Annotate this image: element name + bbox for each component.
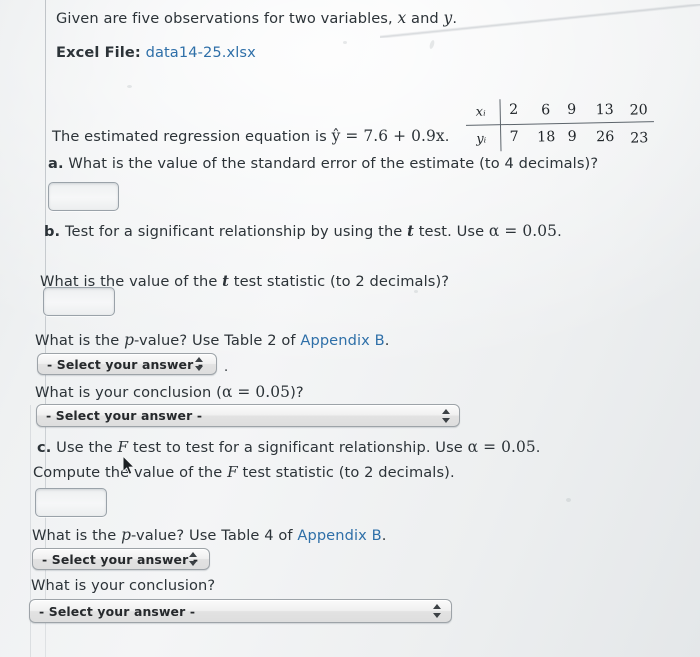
part-b-t-statistic-input[interactable] (43, 287, 115, 316)
part-b-conclusion-select[interactable]: - Select your answer - (36, 404, 460, 427)
regression-sentence-prefix: The estimated regression equation is (52, 128, 332, 145)
table-cell-y-5: 23 (630, 130, 649, 147)
updown-arrows-icon (188, 552, 197, 566)
part-a-answer-input[interactable] (48, 182, 119, 211)
table-cell-y-4: 26 (596, 128, 615, 146)
updown-arrows-icon (432, 604, 441, 618)
excel-file-line: Excel File: data14-25.xlsx (56, 44, 256, 62)
regression-sentence-suffix: . (444, 128, 450, 145)
part-c-text-3: . (535, 439, 541, 456)
table-cell-x-5: 20 (629, 102, 648, 119)
part-b-pvalue-select[interactable]: - Select your answer - (37, 353, 217, 375)
variable-x: x (397, 9, 407, 27)
part-b-cq-2: )? (290, 384, 304, 401)
part-a-marker: a. (48, 155, 64, 172)
appendix-b-link-b[interactable]: Appendix B (300, 332, 384, 349)
updown-arrows-icon (441, 408, 450, 423)
part-b-marker: b. (44, 223, 61, 240)
part-b-text-1: Test for a significant relationship by u… (64, 223, 408, 240)
part-b-pq-3: . (384, 332, 390, 349)
part-b-text-3: . (557, 223, 562, 240)
part-c-pq-3: . (381, 527, 387, 544)
part-b-cq-alpha: α = 0.05 (221, 383, 291, 401)
part-b-pvalue-trailing-period: . (224, 360, 229, 375)
part-c-question: c. Use the F test to test for a signific… (37, 438, 541, 457)
table-cell-x-4: 13 (595, 101, 614, 119)
part-b-tq-symbol: t (222, 273, 230, 290)
part-b-pq-2: -value? Use Table 2 of (134, 332, 301, 349)
part-b-text-2: test. Use (413, 223, 489, 240)
part-c-conclusion-question: What is your conclusion? (31, 577, 216, 594)
problem-intro-prefix: Given are five observations for two vari… (56, 10, 398, 27)
part-b-t-symbol: t (407, 223, 414, 240)
excel-file-label: Excel File: (56, 44, 141, 61)
updown-arrows-icon (194, 357, 203, 371)
part-a-text: What is the value of the standard error … (68, 155, 599, 172)
part-c-marker: c. (37, 439, 52, 456)
part-c-conclusion-select[interactable]: - Select your answer - (29, 599, 452, 623)
problem-intro-mid: and (406, 10, 444, 27)
appendix-b-link-c[interactable]: Appendix B (297, 527, 381, 544)
table-horizontal-rule (465, 121, 654, 126)
observations-table: xᵢ yᵢ 2 6 9 13 20 7 18 9 26 23 (465, 94, 656, 156)
part-b-tq-2: test statistic (to 2 decimals)? (229, 273, 450, 290)
part-c-F-symbol: F (117, 438, 129, 456)
variable-y: y (443, 9, 453, 27)
part-b-conclusion-question: What is your conclusion (α = 0.05)? (35, 383, 304, 402)
table-cell-y-3: 9 (567, 128, 577, 145)
part-c-pvalue-question: What is the p-value? Use Table 4 of Appe… (32, 526, 386, 545)
part-c-pq-p-symbol: p (121, 526, 132, 544)
table-cell-y-1: 7 (509, 128, 519, 146)
part-b-pq-1: What is the (35, 332, 125, 349)
part-c-compute-F-symbol: F (227, 463, 238, 481)
part-c-pq-2: -value? Use Table 4 of (131, 527, 298, 544)
regression-equation-line: The estimated regression equation is ŷ =… (52, 127, 449, 146)
part-c-text-2: test to test for a significant relations… (128, 439, 468, 456)
part-b-pvalue-question: What is the p-value? Use Table 2 of Appe… (35, 331, 389, 350)
table-cell-x-3: 9 (567, 101, 577, 118)
table-cell-x-2: 6 (541, 102, 551, 119)
part-c-conclusion-select-label: - Select your answer - (39, 603, 196, 619)
table-cell-x-1: 2 (509, 101, 519, 119)
table-row-label-y: yᵢ (476, 131, 487, 147)
part-b-pvalue-select-label: - Select your answer - (47, 356, 204, 372)
part-c-compute-question: Compute the value of the F test statisti… (33, 463, 455, 482)
part-b-alpha: α = 0.05 (488, 222, 558, 240)
part-b-cq-1: What is your conclusion ( (35, 384, 222, 401)
part-b-pq-p-symbol: p (124, 331, 135, 349)
table-cell-y-2: 18 (537, 129, 556, 146)
part-c-pq-1: What is the (32, 527, 122, 544)
part-a-question: a. What is the value of the standard err… (48, 155, 598, 173)
problem-intro: Given are five observations for two vari… (56, 9, 457, 28)
excel-file-link[interactable]: data14-25.xlsx (146, 44, 256, 61)
regression-equation: ŷ = 7.6 + 0.9x (331, 127, 445, 145)
part-c-pvalue-select-label: - Select your answer - (42, 551, 199, 567)
part-c-compute-1: Compute the value of the (33, 464, 228, 481)
part-c-f-statistic-input[interactable] (35, 488, 107, 517)
part-c-pvalue-select[interactable]: - Select your answer - (32, 548, 210, 570)
part-c-text-1: Use the (56, 439, 118, 456)
table-row-label-x: xᵢ (475, 104, 486, 120)
part-b-conclusion-select-label: - Select your answer - (46, 408, 203, 423)
part-c-compute-2: test statistic (to 2 decimals). (237, 464, 455, 481)
part-c-alpha: α = 0.05 (467, 438, 536, 456)
part-b-question: b. Test for a significant relationship b… (44, 222, 562, 241)
problem-intro-suffix: . (452, 10, 458, 27)
